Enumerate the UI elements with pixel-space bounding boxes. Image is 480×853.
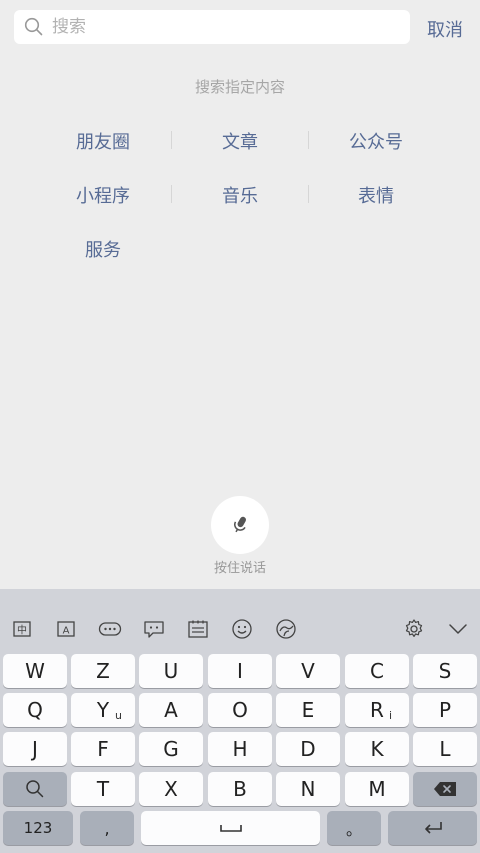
key-l[interactable]: L	[413, 732, 477, 766]
category-services[interactable]: 服务	[35, 236, 171, 262]
key-label: R	[370, 698, 384, 722]
backspace-key[interactable]	[413, 772, 477, 806]
key-b[interactable]: B	[208, 772, 272, 806]
key-k[interactable]: K	[345, 732, 409, 766]
microphone-icon	[234, 516, 246, 533]
divider	[171, 185, 172, 203]
svg-text:A: A	[63, 626, 70, 637]
key-u[interactable]: U	[139, 654, 203, 688]
svg-text:中: 中	[17, 624, 27, 637]
cancel-button[interactable]: 取消	[420, 16, 470, 42]
voice-label: 按住说话	[213, 561, 266, 576]
clipboard-icon[interactable]	[186, 617, 210, 641]
key-i[interactable]: I	[208, 654, 272, 688]
key-t[interactable]: T	[71, 772, 135, 806]
period-key[interactable]: 。	[327, 811, 381, 845]
key-x[interactable]: X	[139, 772, 203, 806]
key-p[interactable]: P	[413, 693, 477, 727]
key-o[interactable]: O	[208, 693, 272, 727]
key-h[interactable]: H	[208, 732, 272, 766]
search-key[interactable]	[3, 772, 67, 806]
category-moments[interactable]: 朋友圈	[35, 128, 171, 154]
key-q[interactable]: Q	[3, 693, 67, 727]
collapse-icon[interactable]	[446, 617, 470, 641]
sticker-icon[interactable]	[274, 617, 298, 641]
category-articles[interactable]: 文章	[172, 128, 308, 154]
key-sublabel: i	[389, 709, 393, 722]
key-m[interactable]: M	[345, 772, 409, 806]
keyboard-icon[interactable]	[98, 617, 122, 641]
key-j[interactable]: J	[3, 732, 67, 766]
comma-key[interactable]: ,	[80, 811, 134, 845]
key-d[interactable]: D	[276, 732, 340, 766]
key-v[interactable]: V	[276, 654, 340, 688]
chat-icon[interactable]	[142, 617, 166, 641]
key-y[interactable]: Y u	[71, 693, 135, 727]
key-f[interactable]: F	[71, 732, 135, 766]
gear-icon[interactable]	[402, 617, 426, 641]
key-s[interactable]: S	[413, 654, 477, 688]
enter-icon	[424, 822, 442, 834]
category-official-accounts[interactable]: 公众号	[308, 128, 444, 154]
keyboard: 中 A W Z U I V C S Q Y u A O E R i P J F …	[0, 589, 480, 853]
key-e[interactable]: E	[276, 693, 340, 727]
key-label: Y	[96, 698, 110, 722]
backspace-icon	[434, 782, 456, 796]
category-mini-programs[interactable]: 小程序	[35, 182, 171, 208]
numeric-key[interactable]: 123	[3, 811, 73, 845]
search-input[interactable]	[52, 17, 382, 37]
key-c[interactable]: C	[345, 654, 409, 688]
divider	[171, 131, 172, 149]
divider	[308, 185, 309, 203]
space-icon	[219, 825, 242, 832]
emoji-icon[interactable]	[230, 617, 254, 641]
category-stickers[interactable]: 表情	[308, 182, 444, 208]
key-sublabel: u	[115, 709, 122, 722]
voice-button[interactable]	[211, 496, 269, 554]
key-w[interactable]: W	[3, 654, 67, 688]
enter-key[interactable]	[388, 811, 477, 845]
space-key[interactable]	[141, 811, 320, 845]
search-icon	[26, 780, 44, 798]
english-input-icon[interactable]: A	[54, 617, 78, 641]
search-bar[interactable]	[14, 10, 410, 44]
search-icon	[24, 17, 43, 36]
key-r[interactable]: R i	[345, 693, 409, 727]
key-g[interactable]: G	[139, 732, 203, 766]
key-z[interactable]: Z	[71, 654, 135, 688]
category-music[interactable]: 音乐	[172, 182, 308, 208]
search-hint: 搜索指定内容	[194, 78, 285, 96]
key-a[interactable]: A	[139, 693, 203, 727]
key-n[interactable]: N	[276, 772, 340, 806]
divider	[308, 131, 309, 149]
chinese-input-icon[interactable]: 中	[10, 617, 34, 641]
